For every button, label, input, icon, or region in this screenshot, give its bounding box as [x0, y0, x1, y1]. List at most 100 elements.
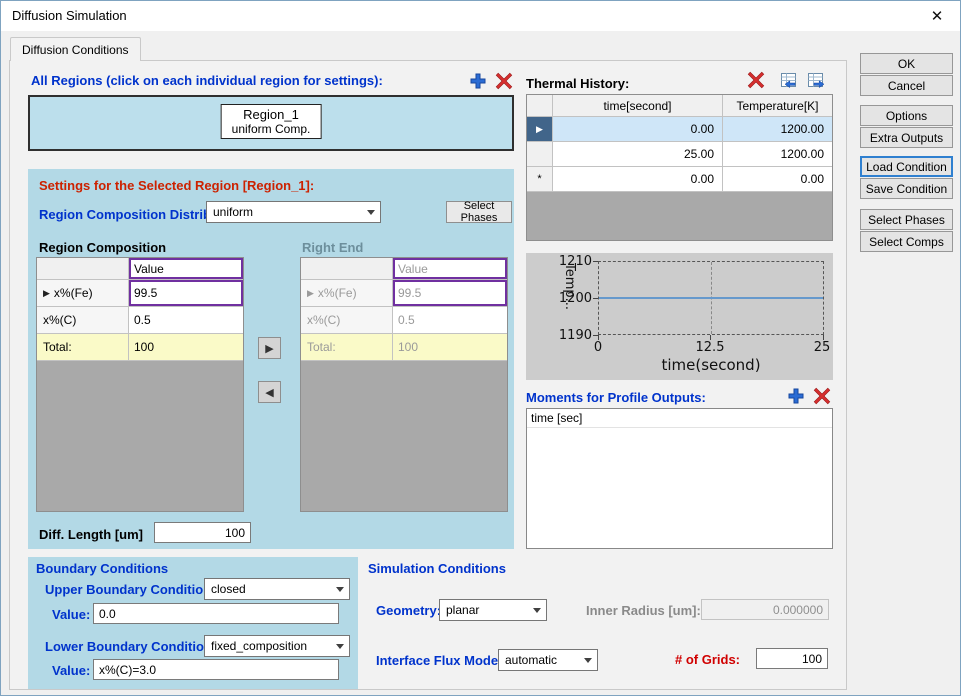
table-row[interactable]: x%(C) 0.5: [37, 307, 243, 334]
right-end-table: Value ▶ x%(Fe) 99.5 x%(C) 0.5 Total: 100: [300, 257, 508, 512]
header-temperature-cell: Temperature[K]: [723, 95, 832, 117]
table-row[interactable]: * 0.00 0.00: [527, 167, 832, 192]
delete-icon: [495, 72, 513, 90]
delete-moment-button[interactable]: [811, 385, 833, 407]
component-name: x%(C): [307, 313, 341, 327]
close-button[interactable]: ✕: [914, 1, 960, 31]
interface-flux-model-label: Interface Flux Model:: [376, 653, 507, 668]
region-composition-title: Region Composition: [39, 240, 167, 255]
delete-icon: [813, 387, 831, 405]
row-name-cell: ▶ x%(Fe): [301, 280, 393, 307]
import-thermal-table-button[interactable]: [777, 69, 799, 91]
table-header-row: Value: [301, 258, 507, 280]
row-name-cell: ▶ x%(Fe): [37, 280, 129, 307]
num-grids-input[interactable]: [756, 648, 828, 669]
row-marker-icon: ▶: [43, 287, 50, 298]
table-total-row: Total: 100: [301, 334, 507, 361]
delete-thermal-row-button[interactable]: [745, 69, 767, 91]
temperature-cell[interactable]: 1200.00: [723, 142, 832, 167]
chevron-down-icon: [533, 608, 541, 613]
table-empty-area: [301, 361, 507, 511]
lower-value-input[interactable]: [93, 659, 339, 680]
settings-panel: Settings for the Selected Region [Region…: [28, 169, 514, 549]
table-header-row: Value: [37, 258, 243, 280]
chevron-down-icon: [584, 658, 592, 663]
distribution-value: uniform: [213, 205, 254, 219]
time-cell[interactable]: 0.00: [553, 167, 723, 192]
region-composition-table[interactable]: Value ▶ x%(Fe) 99.5 x%(C) 0.5 Total: 100: [36, 257, 244, 512]
lower-boundary-combobox[interactable]: fixed_composition: [204, 635, 350, 657]
titlebar: Diffusion Simulation ✕: [1, 1, 960, 31]
ok-button[interactable]: OK: [860, 53, 953, 74]
select-phases-inline-button[interactable]: Select Phases: [446, 200, 512, 224]
select-comps-button[interactable]: Select Comps: [860, 231, 953, 252]
table-header-row: time[second] Temperature[K]: [527, 95, 832, 117]
upper-value-input[interactable]: [93, 603, 339, 624]
right-end-title: Right End: [302, 240, 364, 255]
chart-plot-area: [598, 261, 824, 335]
settings-title: Settings for the Selected Region [Region…: [39, 178, 315, 193]
distribution-combobox[interactable]: uniform: [206, 201, 381, 223]
geometry-value: planar: [446, 603, 480, 617]
lower-boundary-value: fixed_composition: [211, 639, 308, 653]
export-thermal-table-button[interactable]: [805, 69, 827, 91]
extra-outputs-button[interactable]: Extra Outputs: [860, 127, 953, 148]
moments-column-header: time [sec]: [527, 409, 832, 428]
row-name-cell: x%(C): [37, 307, 129, 334]
temperature-cell[interactable]: 0.00: [723, 167, 832, 192]
moments-label: Moments for Profile Outputs:: [526, 390, 706, 405]
save-condition-button[interactable]: Save Condition: [860, 178, 953, 199]
thermal-history-table[interactable]: time[second] Temperature[K] ▶ 0.00 1200.…: [526, 94, 833, 241]
select-phases-inline-label: Select Phases: [460, 200, 498, 224]
time-cell[interactable]: 25.00: [553, 142, 723, 167]
simulation-conditions-panel: Simulation Conditions Geometry: planar I…: [358, 557, 839, 689]
value-cell[interactable]: 99.5: [129, 280, 243, 307]
select-phases-button[interactable]: Select Phases: [860, 209, 953, 230]
inner-radius-label: Inner Radius [um]:: [586, 603, 701, 618]
upper-boundary-combobox[interactable]: closed: [204, 578, 350, 600]
region-node[interactable]: Region_1 uniform Comp.: [220, 104, 322, 139]
diff-length-input[interactable]: [154, 522, 251, 543]
copy-to-right-button[interactable]: ▶: [258, 337, 281, 359]
region-description: uniform Comp.: [231, 122, 311, 136]
table-row[interactable]: ▶ x%(Fe) 99.5: [37, 280, 243, 307]
load-condition-button[interactable]: Load Condition: [860, 156, 953, 177]
table-row[interactable]: ▶ 0.00 1200.00: [527, 117, 832, 142]
row-marker-cell: [527, 142, 553, 167]
total-value-cell: 100: [129, 334, 243, 361]
component-name: x%(Fe): [53, 286, 93, 300]
inner-radius-input: [701, 599, 829, 620]
value-cell: 99.5: [393, 280, 507, 307]
header-blank-cell: [37, 258, 129, 280]
delete-region-button[interactable]: [493, 70, 515, 92]
plus-icon: [788, 388, 804, 404]
geometry-combobox[interactable]: planar: [439, 599, 547, 621]
import-table-icon: [781, 73, 796, 89]
table-row[interactable]: 25.00 1200.00: [527, 142, 832, 167]
table-row: x%(C) 0.5: [301, 307, 507, 334]
temperature-series-line: [599, 297, 823, 299]
copy-to-left-button[interactable]: ◀: [258, 381, 281, 403]
total-label-cell: Total:: [301, 334, 393, 361]
upper-boundary-value: closed: [211, 582, 246, 596]
interface-flux-model-combobox[interactable]: automatic: [498, 649, 598, 671]
regions-canvas[interactable]: Region_1 uniform Comp.: [28, 95, 514, 151]
lower-value-label: Value:: [52, 663, 91, 678]
moments-listbox[interactable]: time [sec]: [526, 408, 833, 549]
temperature-cell[interactable]: 1200.00: [723, 117, 832, 142]
add-region-button[interactable]: [467, 70, 489, 92]
lower-boundary-label: Lower Boundary Condition:: [45, 639, 217, 654]
tab-diffusion-conditions[interactable]: Diffusion Conditions: [10, 37, 141, 61]
component-name: x%(C): [43, 313, 77, 327]
options-button[interactable]: Options: [860, 105, 953, 126]
time-cell[interactable]: 0.00: [553, 117, 723, 142]
add-moment-button[interactable]: [785, 385, 807, 407]
header-value-cell: Value: [129, 258, 243, 280]
arrow-left-icon: ◀: [265, 386, 274, 399]
thermal-history-chart: Temp... 1210 1200 1190 0 12.5 25 time(se…: [526, 253, 833, 380]
chevron-down-icon: [367, 210, 375, 215]
value-cell[interactable]: 0.5: [129, 307, 243, 334]
cancel-button[interactable]: Cancel: [860, 75, 953, 96]
delete-icon: [747, 71, 765, 89]
boundary-conditions-title: Boundary Conditions: [36, 561, 169, 576]
